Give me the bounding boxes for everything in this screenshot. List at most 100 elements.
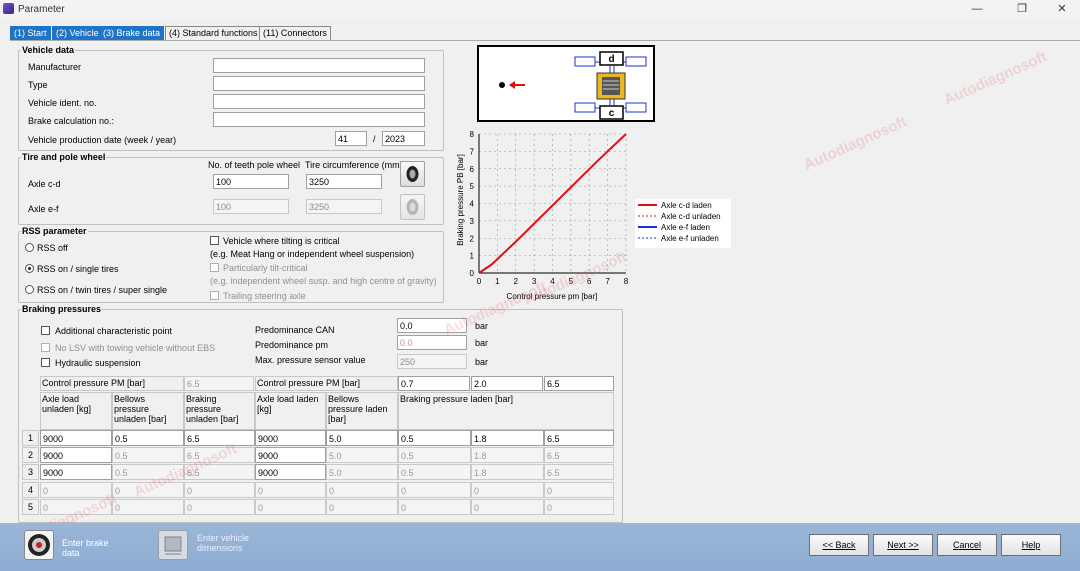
table-cell[interactable]: 1.8 (471, 430, 544, 446)
table-cell: 0 (112, 499, 184, 515)
table-cell: 0 (326, 482, 398, 498)
table-cell[interactable]: 9000 (255, 430, 326, 446)
help-button[interactable]: Help (1001, 534, 1061, 556)
tab-connectors[interactable]: (11) Connectors (259, 26, 331, 40)
axle-cd-circumference-input[interactable]: 3250 (306, 174, 382, 189)
axle-cd-teeth-input[interactable]: 100 (213, 174, 289, 189)
table-cell[interactable]: 9000 (255, 447, 326, 463)
table-cell: 1.8 (471, 464, 544, 480)
table-cell[interactable]: 9000 (40, 447, 112, 463)
tire-button-ef (400, 194, 425, 220)
x-tick-label: 0 (477, 277, 482, 286)
table-cell[interactable]: 6.5 (544, 430, 614, 446)
braking-title: Braking pressures (21, 304, 103, 314)
ctrl-pm-laden-2[interactable]: 2.0 (471, 376, 543, 391)
vehicle-ident-input[interactable] (213, 94, 425, 109)
window-title: Parameter (18, 4, 65, 15)
axle-diagram: d c (477, 45, 655, 122)
tab-vehicle[interactable]: (2) Vehicle (52, 26, 103, 40)
brake-calculation-input[interactable] (213, 112, 425, 127)
x-tick-label: 8 (624, 277, 629, 286)
chart-x-label: Control pressure pm [bar] (507, 292, 598, 301)
chart-y-label: Braking pressure PB [bar] (456, 154, 465, 246)
production-week-input[interactable]: 41 (335, 131, 367, 146)
table-cell: 0.5 (112, 464, 184, 480)
x-tick-label: 2 (514, 277, 519, 286)
type-input[interactable] (213, 76, 425, 91)
unit-bar-2: bar (475, 338, 489, 348)
rss-single-radio[interactable] (25, 264, 34, 273)
max-sensor-input: 250 (397, 354, 467, 369)
teeth-column-label: No. of teeth pole wheel (208, 160, 301, 170)
cancel-button[interactable]: Cancel (937, 534, 997, 556)
tab-start[interactable]: (1) Start (10, 26, 51, 40)
predominance-pm-input[interactable]: 0.0 (397, 335, 467, 350)
app-icon (3, 3, 14, 14)
production-date-label: Vehicle production date (week / year) (28, 135, 177, 145)
unit-bar-3: bar (475, 357, 489, 367)
manufacturer-input[interactable] (213, 58, 425, 73)
table-cell: 0 (184, 482, 255, 498)
maximize-button[interactable]: ❐ (1015, 2, 1029, 16)
ctrl-pm-laden-3[interactable]: 6.5 (544, 376, 614, 391)
trailing-axle-label: Trailing steering axle (223, 291, 306, 301)
nav-vehicle-dimensions-button[interactable] (158, 530, 188, 560)
table-cell: 0.5 (398, 464, 471, 480)
minimize-button[interactable]: — (970, 2, 984, 16)
table-cell: 0.5 (112, 447, 184, 463)
table-cell[interactable]: 6.5 (184, 430, 255, 446)
table-cell: 5.0 (326, 464, 398, 480)
additional-point-label: Additional characteristic point (55, 326, 173, 336)
table-cell[interactable]: 5.0 (326, 430, 398, 446)
tire-button-cd[interactable] (400, 161, 425, 187)
particularly-tilt-note: (e.g. independent wheel susp. and high c… (210, 276, 437, 286)
legend-label: Axle c-d unladen (661, 212, 721, 221)
nav-brake-data-button[interactable] (24, 530, 54, 560)
table-cell: 0 (40, 499, 112, 515)
y-tick-label: 4 (470, 200, 475, 209)
y-tick-label: 3 (470, 217, 475, 226)
row-number: 4 (22, 482, 39, 498)
table-cell: 0 (471, 499, 544, 515)
tab-standard-functions[interactable]: (4) Standard functions (165, 26, 262, 40)
production-year-input[interactable]: 2023 (382, 131, 425, 146)
rss-twin-radio[interactable] (25, 285, 34, 294)
back-button[interactable]: << Back (809, 534, 869, 556)
tab-brake-data[interactable]: (3) Brake data (99, 26, 165, 40)
vehicle-data-title: Vehicle data (21, 45, 76, 55)
additional-point-checkbox[interactable] (41, 326, 50, 335)
particularly-tilt-checkbox (210, 263, 219, 272)
table-cell: 0 (326, 499, 398, 515)
tilting-critical-label: Vehicle where tilting is critical (223, 236, 340, 246)
next-button[interactable]: Next >> (873, 534, 933, 556)
close-button[interactable]: ✕ (1055, 2, 1069, 16)
table-cell[interactable]: 9000 (40, 464, 112, 480)
sensor-dot (499, 82, 505, 88)
table-cell[interactable]: 0.5 (112, 430, 184, 446)
table-cell[interactable]: 0.5 (398, 430, 471, 446)
col-axle-unladen: Axle load unladen [kg] (40, 392, 112, 430)
table-cell: 6.5 (184, 447, 255, 463)
table-cell[interactable]: 9000 (255, 464, 326, 480)
tire-icon (406, 166, 419, 182)
legend-label: Axle e-f laden (661, 223, 710, 232)
table-cell: 6.5 (184, 464, 255, 480)
title-bar (0, 0, 1080, 18)
table-cell: 0 (255, 482, 326, 498)
table-cell[interactable]: 9000 (40, 430, 112, 446)
nav-brake-data-label: Enter brake data (62, 538, 109, 558)
brake-disc-icon (28, 534, 50, 556)
predominance-can-label: Predominance CAN (255, 325, 335, 335)
tilting-critical-checkbox[interactable] (210, 236, 219, 245)
legend-label: Axle c-d laden (661, 201, 712, 210)
table-cell: 0 (544, 482, 614, 498)
nav-vehicle-dimensions-label: Enter vehicle dimensions (197, 533, 250, 553)
x-tick-label: 6 (587, 277, 592, 286)
ctrl-pm-laden-1[interactable]: 0.7 (398, 376, 470, 391)
hydraulic-checkbox[interactable] (41, 358, 50, 367)
y-tick-label: 5 (470, 182, 475, 191)
y-tick-label: 0 (470, 269, 475, 278)
rss-off-radio[interactable] (25, 243, 34, 252)
max-sensor-label: Max. pressure sensor value (255, 355, 366, 365)
predominance-can-input[interactable]: 0.0 (397, 318, 467, 333)
